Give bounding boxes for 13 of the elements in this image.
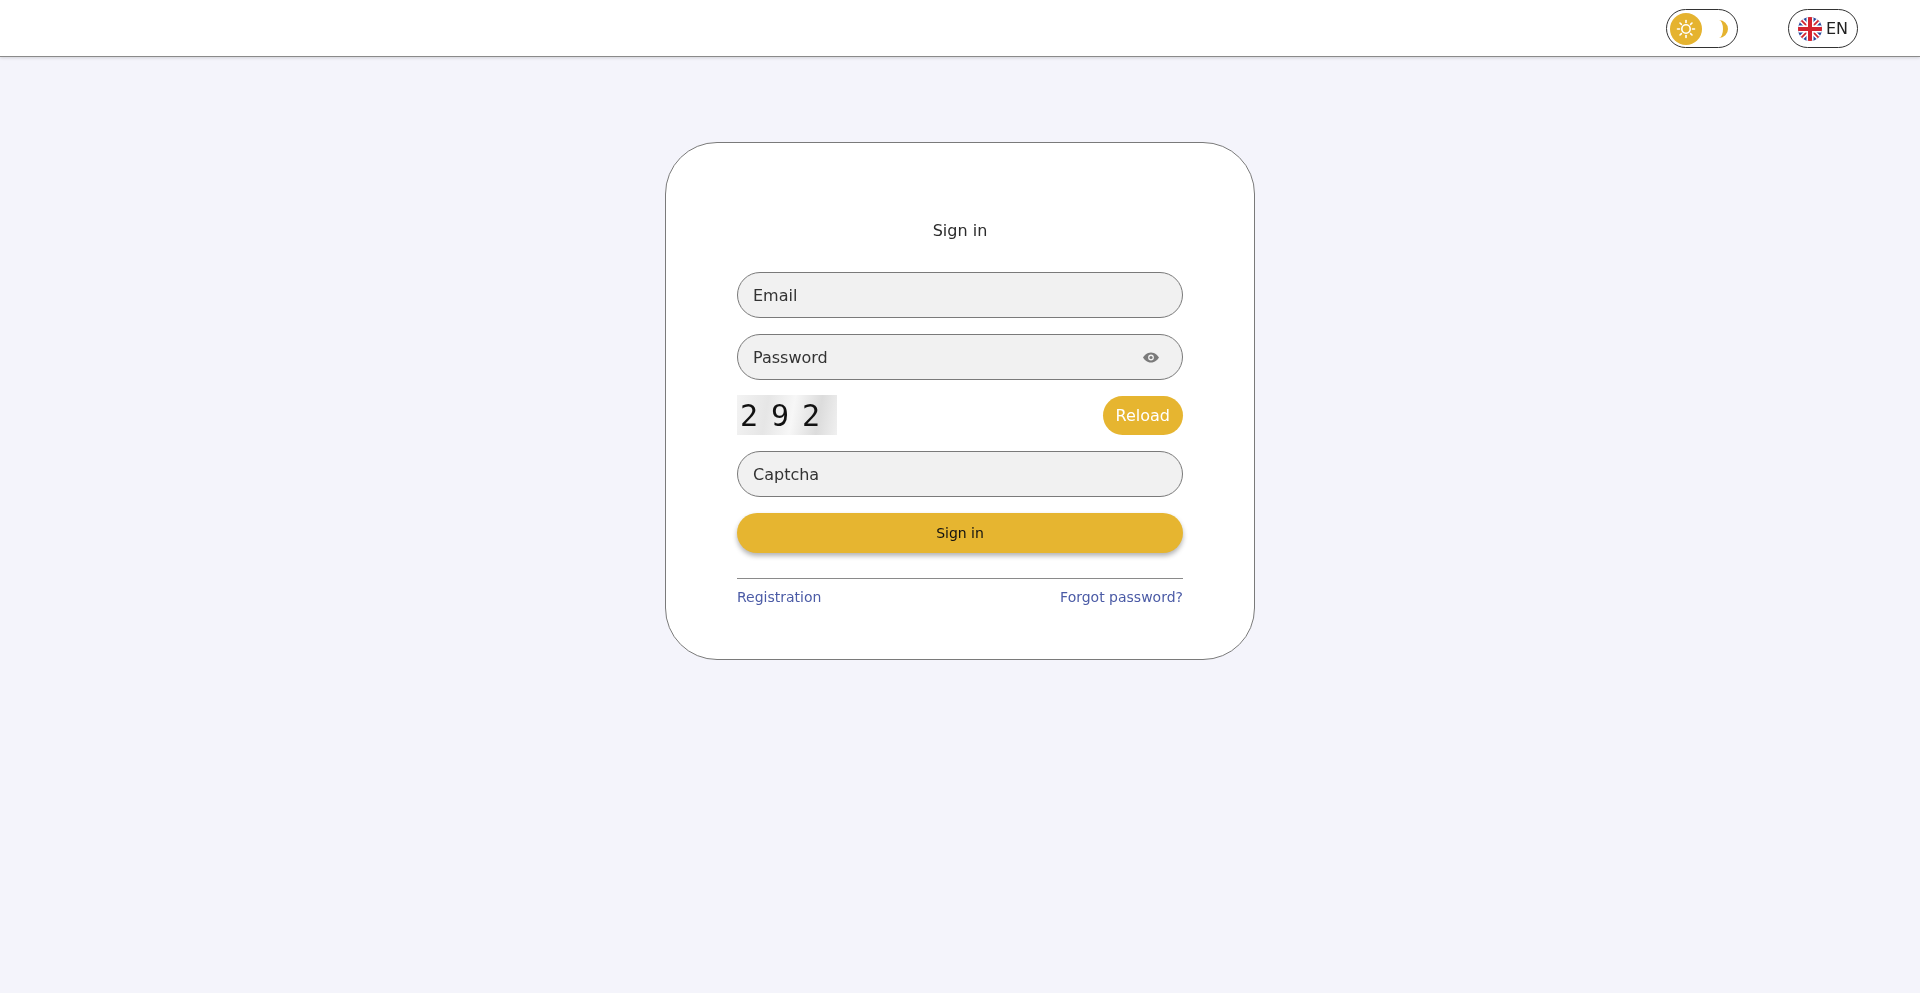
sun-icon	[1669, 12, 1702, 45]
language-button[interactable]: EN	[1787, 9, 1858, 48]
password-field[interactable]: Password	[737, 334, 1183, 380]
captcha-field[interactable]: Captcha	[737, 451, 1183, 497]
forgot-password-link[interactable]: Forgot password?	[1060, 588, 1183, 606]
registration-link[interactable]: Registration	[737, 588, 822, 606]
theme-toggle[interactable]	[1665, 9, 1738, 48]
email-field[interactable]: Email	[737, 272, 1183, 318]
flag-icon	[1797, 16, 1822, 41]
sign-in-button[interactable]: Sign in	[737, 513, 1183, 553]
card-title: Sign in	[932, 220, 988, 242]
captcha-image: 292	[737, 395, 837, 435]
eye-icon[interactable]	[1143, 352, 1159, 363]
